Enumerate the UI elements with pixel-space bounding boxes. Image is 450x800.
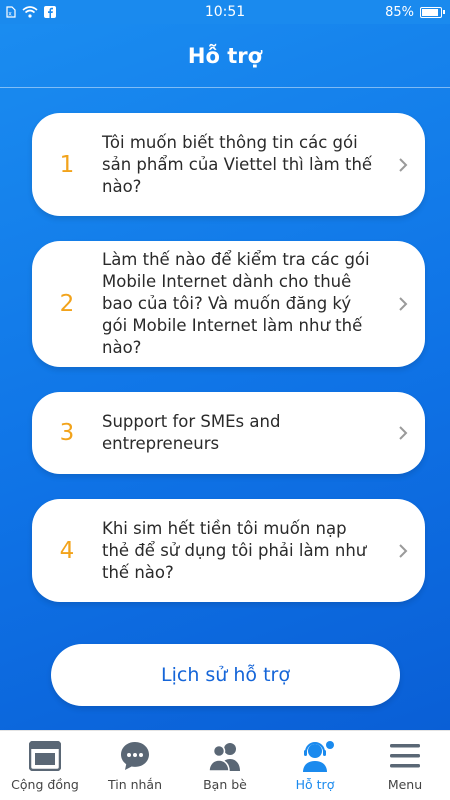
question-text: Tôi muốn biết thông tin các gói sản phẩm… <box>102 132 373 196</box>
friends-icon <box>208 739 242 773</box>
question-number: 2 <box>59 291 75 317</box>
tab-label: Menu <box>387 777 423 792</box>
question-number: 3 <box>59 420 75 446</box>
tab-support[interactable]: Hỗ trợ <box>270 731 360 800</box>
chevron-right-icon <box>381 157 425 173</box>
tab-label: Cộng đồng <box>11 777 79 792</box>
notification-dot <box>326 741 334 749</box>
status-left: x <box>0 6 150 18</box>
svg-text:x: x <box>8 11 12 18</box>
chevron-right-icon <box>381 543 425 559</box>
question-card-3[interactable]: 3 Support for SMEs and entrepreneurs <box>32 392 425 474</box>
question-text: Support for SMEs and entrepreneurs <box>102 412 281 453</box>
tab-community[interactable]: Cộng đồng <box>0 731 90 800</box>
question-text: Khi sim hết tiền tôi muốn nạp thẻ để sử … <box>102 518 367 582</box>
support-agent-icon <box>300 739 334 773</box>
chat-bubble-icon <box>119 739 151 773</box>
hamburger-menu-icon <box>390 739 420 773</box>
question-card-2[interactable]: 2 Làm thế nào để kiểm tra các gói Mobile… <box>32 241 425 367</box>
status-time: 10:51 <box>204 4 246 20</box>
tab-menu[interactable]: Menu <box>360 731 450 800</box>
wifi-icon <box>22 6 38 18</box>
tab-label: Tin nhắn <box>107 777 163 792</box>
sim-icon: x <box>6 6 16 18</box>
tab-label: Bạn bè <box>203 777 247 792</box>
bottom-tab-bar: Cộng đồng Tin nhắn Bạn bè Hỗ trợ Menu <box>0 730 450 800</box>
community-icon <box>29 739 61 773</box>
chevron-right-icon <box>381 425 425 441</box>
chevron-right-icon <box>381 296 425 312</box>
header: Hỗ trợ <box>0 24 450 88</box>
tab-label: Hỗ trợ <box>295 777 335 792</box>
question-card-1[interactable]: 1 Tôi muốn biết thông tin các gói sản ph… <box>32 113 425 216</box>
tab-messages[interactable]: Tin nhắn <box>90 731 180 800</box>
status-right: 85% <box>300 5 450 20</box>
question-number: 1 <box>59 151 75 178</box>
question-number: 4 <box>59 537 75 564</box>
tab-friends[interactable]: Bạn bè <box>180 731 270 800</box>
support-history-button[interactable]: Lịch sử hỗ trợ <box>51 644 400 706</box>
question-text: Làm thế nào để kiểm tra các gói Mobile I… <box>102 250 370 357</box>
facebook-icon <box>44 6 56 18</box>
question-card-4[interactable]: 4 Khi sim hết tiền tôi muốn nạp thẻ để s… <box>32 499 425 602</box>
battery-icon <box>420 6 445 18</box>
support-main: Hỗ trợ 1 Tôi muốn biết thông tin các gói… <box>0 24 450 730</box>
battery-percent: 85% <box>385 4 414 20</box>
page-title: Hỗ trợ <box>187 43 263 68</box>
status-bar: x 10:51 85% <box>0 0 450 24</box>
